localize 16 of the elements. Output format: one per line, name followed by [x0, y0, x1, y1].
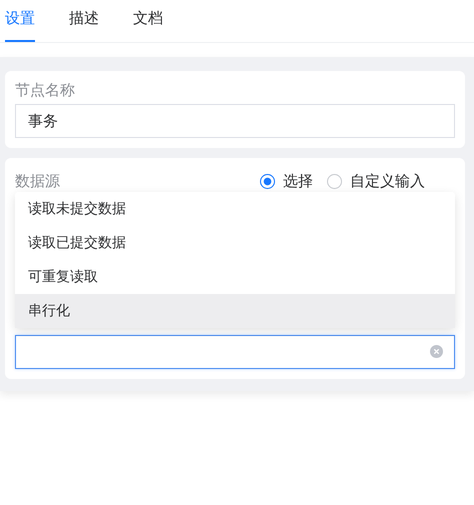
tab[interactable]: 设置	[5, 0, 35, 42]
radio-button[interactable]	[260, 174, 275, 188]
field-label: 数据源	[15, 172, 60, 190]
menu-item[interactable]: 可重复读取	[15, 260, 455, 294]
clear-icon[interactable]	[430, 345, 443, 358]
tab[interactable]: 描述	[69, 0, 99, 42]
tab[interactable]: 文档	[133, 0, 163, 42]
input-field[interactable]: 事务	[15, 104, 455, 138]
radio-button[interactable]	[327, 174, 342, 188]
radio-label[interactable]: 自定义输入	[350, 172, 425, 190]
menu-item[interactable]: 读取已提交数据	[15, 226, 455, 260]
select-field[interactable]	[15, 335, 455, 369]
radio-label[interactable]: 选择	[283, 172, 313, 190]
field-label: 节点名称	[15, 81, 76, 100]
menu-item[interactable]: 读取未提交数据	[15, 192, 455, 226]
menu-item[interactable]: 串行化	[15, 294, 455, 328]
